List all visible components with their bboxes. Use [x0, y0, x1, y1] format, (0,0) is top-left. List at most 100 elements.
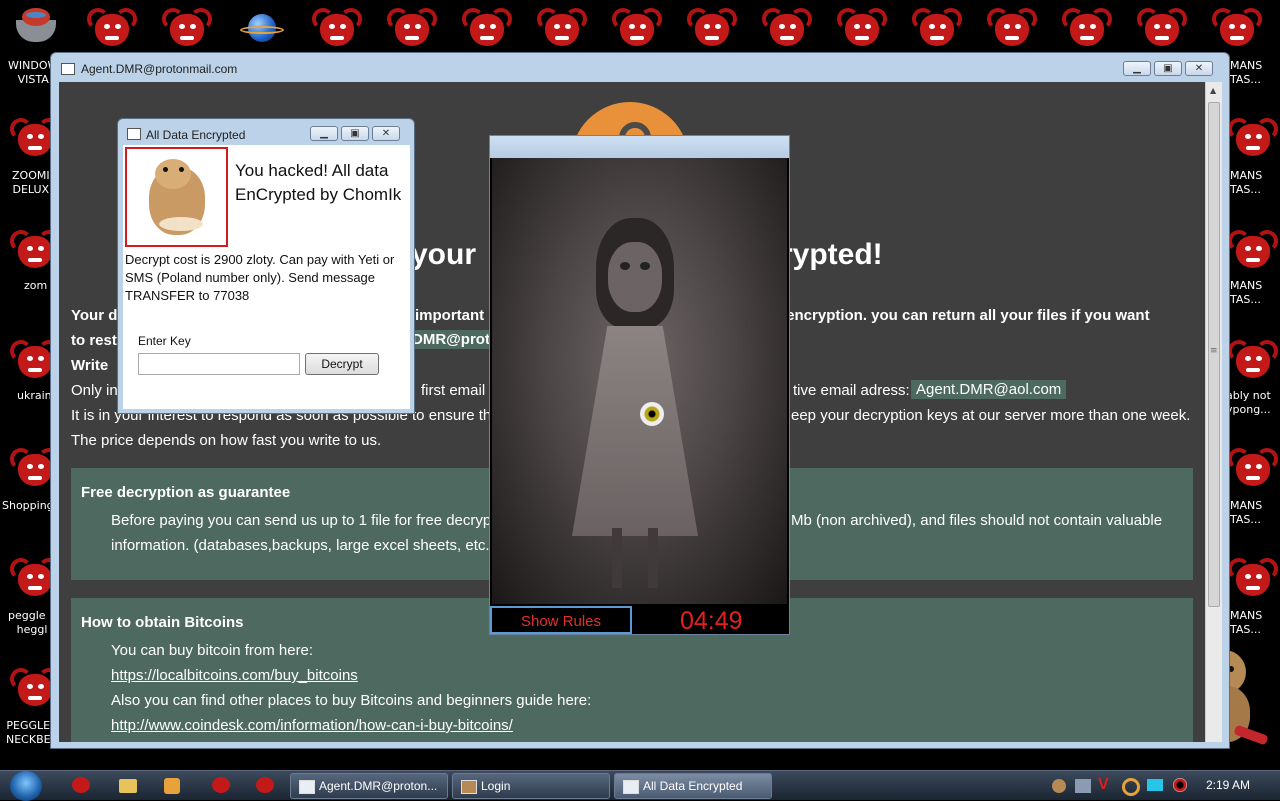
- taskbar: Agent.DMR@proton... Login All Data Encry…: [0, 770, 1280, 801]
- ransom-headline: You hacked! All data EnCrypted by ChomIk: [235, 161, 402, 204]
- headline-left: your: [411, 238, 477, 271]
- video-titlebar[interactable]: [490, 136, 789, 158]
- taskbar-item-agent-dmr[interactable]: Agent.DMR@proton...: [290, 773, 448, 799]
- demon-desktop-icon[interactable]: [162, 8, 212, 52]
- chomik-content: You hacked! All data EnCrypted by ChomIk…: [123, 145, 410, 409]
- windows-start-orb-icon[interactable]: [10, 771, 42, 801]
- write-heading: Write: [71, 357, 109, 374]
- globe-icon[interactable]: [240, 10, 284, 48]
- desktop-icon-label: PEGGLE NECKBE: [6, 719, 51, 746]
- tray-eye-icon[interactable]: [1173, 778, 1187, 792]
- close-button[interactable]: ✕: [1185, 61, 1213, 76]
- quicklaunch-demon-icon[interactable]: [256, 777, 274, 793]
- demon-desktop-icon[interactable]: [612, 8, 662, 52]
- demon-desktop-icon[interactable]: [1228, 230, 1278, 274]
- quicklaunch-demon-icon[interactable]: [212, 777, 230, 793]
- demon-desktop-icon[interactable]: [1212, 8, 1262, 52]
- eyeball-image: [640, 402, 664, 426]
- intro-text-mid: important: [415, 307, 485, 324]
- maximize-button[interactable]: ▣: [1154, 61, 1182, 76]
- tray-search-icon[interactable]: [1122, 778, 1140, 796]
- hamster-image: [125, 147, 228, 247]
- demon-desktop-icon[interactable]: [537, 8, 587, 52]
- vista-tub-icon[interactable]: [14, 6, 58, 46]
- demon-desktop-icon[interactable]: [87, 8, 137, 52]
- window-title: Agent.DMR@protonmail.com: [81, 62, 238, 76]
- window-app-icon: [127, 128, 141, 140]
- desktop-icon-label: MANS TAS...: [1230, 499, 1263, 526]
- coindesk-link[interactable]: http://www.coindesk.com/information/how-…: [111, 717, 513, 734]
- tray-display-icon[interactable]: [1147, 779, 1163, 791]
- bitcoin-heading: How to obtain Bitcoins: [81, 614, 244, 631]
- enter-key-label: Enter Key: [138, 334, 191, 348]
- quicklaunch-demon-icon[interactable]: [72, 777, 90, 793]
- video-window[interactable]: Show Rules 04:49: [489, 135, 790, 635]
- demon-desktop-icon[interactable]: [462, 8, 512, 52]
- window-app-icon: [61, 63, 75, 75]
- folder-icon[interactable]: [119, 779, 137, 793]
- tray-hamster-icon[interactable]: [1052, 779, 1066, 793]
- close-button[interactable]: ✕: [372, 126, 400, 141]
- demon-desktop-icon[interactable]: [987, 8, 1037, 52]
- desktop-icon-label: MANS TAS...: [1230, 279, 1263, 306]
- desktop-icon-label: MANS TAS...: [1230, 59, 1263, 86]
- alt-email-label: tive email adress:: [793, 382, 910, 399]
- demon-desktop-icon[interactable]: [1228, 118, 1278, 162]
- localbitcoins-link[interactable]: https://localbitcoins.com/buy_bitcoins: [111, 667, 358, 684]
- countdown-timer: 04:49: [680, 607, 743, 635]
- desktop-icon-label: ably not ypong...: [1226, 389, 1271, 416]
- guarantee-line1-left: Before paying you can send us up to 1 fi…: [111, 512, 492, 529]
- chomik-window[interactable]: All Data Encrypted ▁ ▣ ✕ You hacked! All…: [117, 118, 415, 414]
- maximize-button[interactable]: ▣: [341, 126, 369, 141]
- scroll-grip-icon: ≡: [1210, 346, 1218, 356]
- only-in-text: Only in: [71, 382, 118, 399]
- vertical-scrollbar[interactable]: ▲ ≡: [1205, 82, 1222, 742]
- minimize-button[interactable]: ▁: [310, 126, 338, 141]
- desktop-icon-label: Shopping: [2, 499, 54, 512]
- primary-email-chip: DMR@prot: [407, 330, 495, 349]
- intro-text-right: t encryption. you can return all your fi…: [777, 307, 1150, 324]
- demon-desktop-icon[interactable]: [762, 8, 812, 52]
- decrypt-button[interactable]: Decrypt: [305, 353, 379, 375]
- taskbar-item-all-data-encrypted[interactable]: All Data Encrypted: [614, 773, 772, 799]
- key-input[interactable]: [138, 353, 300, 375]
- demon-desktop-icon[interactable]: [387, 8, 437, 52]
- demon-desktop-icon[interactable]: [912, 8, 962, 52]
- minimize-button[interactable]: ▁: [1123, 61, 1151, 76]
- demon-desktop-icon[interactable]: [1228, 558, 1278, 602]
- tray-v-icon[interactable]: V: [1098, 776, 1109, 794]
- intro-text-line2: to rest: [71, 332, 117, 349]
- demon-desktop-icon[interactable]: [1062, 8, 1112, 52]
- desktop-icon-label: ukrain: [17, 389, 52, 402]
- first-email-text: first email: [421, 382, 486, 399]
- headline-right: rypted!: [781, 238, 883, 271]
- demon-desktop-icon[interactable]: [312, 8, 362, 52]
- demon-desktop-icon[interactable]: [837, 8, 887, 52]
- scroll-up-arrow-icon[interactable]: ▲: [1210, 86, 1216, 95]
- demon-desktop-icon[interactable]: [1137, 8, 1187, 52]
- guarantee-line1-right: Mb (non archived), and files should not …: [791, 512, 1163, 529]
- chomik-window-title: All Data Encrypted: [146, 128, 246, 142]
- guarantee-line2: information. (databases,backups, large e…: [111, 537, 495, 554]
- desktop-icon-label: MANS TAS...: [1230, 609, 1263, 636]
- alt-email-chip: Agent.DMR@aol.com: [911, 380, 1067, 399]
- taskbar-item-login[interactable]: Login: [452, 773, 610, 799]
- desktop-icon-label: MANS TAS...: [1230, 169, 1263, 196]
- demon-desktop-icon[interactable]: [687, 8, 737, 52]
- bitcoin-line1: You can buy bitcoin from here:: [111, 642, 314, 659]
- desktop-icon-label: ZOOMI DELUX: [12, 169, 50, 196]
- clock[interactable]: 2:19 AM: [1206, 778, 1250, 792]
- intro-text-left: Your d: [71, 307, 118, 324]
- bitcoin-line2: Also you can find other places to buy Bi…: [111, 692, 592, 709]
- desktop-icon-label: peggle n heggl: [8, 609, 57, 636]
- interest-text-right: eep your decryption keys at our server m…: [791, 407, 1191, 424]
- media-player-icon[interactable]: [164, 778, 180, 794]
- guarantee-heading: Free decryption as guarantee: [81, 484, 291, 501]
- price-text: The price depends on how fast you write …: [71, 432, 382, 449]
- tray-network-icon[interactable]: [1075, 779, 1091, 793]
- window-app-icon: [299, 780, 315, 794]
- demon-desktop-icon[interactable]: [1228, 340, 1278, 384]
- show-rules-button[interactable]: Show Rules: [490, 606, 632, 634]
- demon-desktop-icon[interactable]: [1228, 448, 1278, 492]
- ransom-message: Decrypt cost is 2900 zloty. Can pay with…: [125, 252, 395, 303]
